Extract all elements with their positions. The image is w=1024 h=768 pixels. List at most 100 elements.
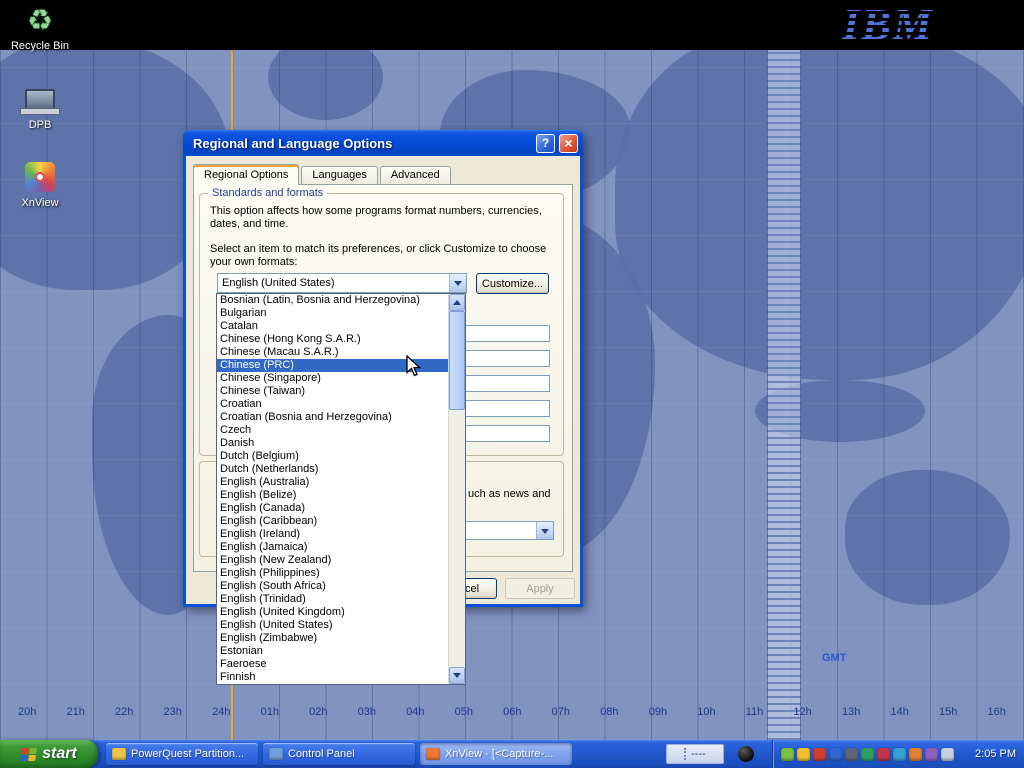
dialog-tab[interactable]: Advanced: [380, 166, 451, 184]
language-dropdown-list: Bosnian (Latin, Bosnia and Herzegovina)B…: [216, 293, 466, 685]
text-line: Select an item to match its preferences,…: [210, 243, 546, 256]
deskband-text: ----: [691, 748, 706, 760]
tray-icon[interactable]: [861, 748, 874, 761]
language-list-item[interactable]: Catalan: [217, 320, 448, 333]
timezone-label: 15h: [939, 706, 957, 718]
timezone-label: 20h: [18, 706, 36, 718]
task-app-icon: [112, 748, 126, 760]
groupbox-title: Standards and formats: [208, 187, 327, 199]
timezone-label: 05h: [455, 706, 473, 718]
scrollbar-thumb[interactable]: [449, 311, 465, 410]
help-button[interactable]: ?: [536, 134, 555, 153]
map-landmass: [615, 50, 1024, 380]
chevron-down-icon: [454, 281, 462, 290]
icon-label: Recycle Bin: [8, 40, 72, 52]
language-list-item[interactable]: English (United States): [217, 619, 448, 632]
combobox-arrow-button[interactable]: [449, 274, 466, 292]
close-button[interactable]: ×: [559, 134, 578, 153]
task-app-icon: [269, 748, 283, 760]
language-list-item[interactable]: English (United Kingdom): [217, 606, 448, 619]
desktop-icon-recycle-bin[interactable]: ♻ Recycle Bin: [8, 3, 72, 52]
language-list-item[interactable]: Finnish: [217, 671, 448, 684]
language-list-item[interactable]: English (Trinidad): [217, 593, 448, 606]
language-list-item[interactable]: Faeroese: [217, 658, 448, 671]
language-list-item[interactable]: English (Zimbabwe): [217, 632, 448, 645]
timezone-label: 22h: [115, 706, 133, 718]
timezone-label: 09h: [649, 706, 667, 718]
combobox-value: English (United States): [218, 274, 449, 292]
timezone-label: 01h: [261, 706, 279, 718]
timezone-label: 21h: [67, 706, 85, 718]
language-list-item[interactable]: English (Caribbean): [217, 515, 448, 528]
language-list-item[interactable]: Czech: [217, 424, 448, 437]
tray-icon[interactable]: [893, 748, 906, 761]
start-button[interactable]: start: [0, 740, 98, 768]
taskbar-task-button[interactable]: PowerQuest Partition...: [106, 743, 258, 765]
language-list-item[interactable]: English (Canada): [217, 502, 448, 515]
timezone-label: 04h: [406, 706, 424, 718]
desktop-icon-dpb[interactable]: DPB: [8, 82, 72, 131]
language-list-item[interactable]: English (Australia): [217, 476, 448, 489]
tray-icon[interactable]: [813, 748, 826, 761]
timezone-label: 13h: [842, 706, 860, 718]
tray-icon[interactable]: [829, 748, 842, 761]
language-list-item[interactable]: Chinese (Taiwan): [217, 385, 448, 398]
tray-icon[interactable]: [845, 748, 858, 761]
tray-icon[interactable]: [877, 748, 890, 761]
language-list-item[interactable]: Bulgarian: [217, 307, 448, 320]
taskbar-task-button[interactable]: Control Panel: [263, 743, 415, 765]
scroll-down-button[interactable]: [449, 667, 465, 684]
apply-button: Apply: [505, 578, 575, 599]
language-list-item[interactable]: Estonian: [217, 645, 448, 658]
text-line: This option affects how some programs fo…: [210, 205, 542, 218]
taskbar-task-button[interactable]: XnView - [<Capture-...: [420, 743, 572, 765]
list-scrollbar[interactable]: [448, 294, 465, 684]
language-list-item[interactable]: English (Philippines): [217, 567, 448, 580]
tray-icon[interactable]: [925, 748, 938, 761]
combobox-arrow-button[interactable]: [536, 522, 553, 539]
language-list-item[interactable]: Croatian: [217, 398, 448, 411]
standards-description: This option affects how some programs fo…: [210, 205, 542, 231]
timezone-label: 14h: [890, 706, 908, 718]
customize-button[interactable]: Customize...: [476, 273, 549, 294]
dialog-titlebar[interactable]: Regional and Language Options ? ×: [183, 130, 583, 156]
language-list-item[interactable]: English (New Zealand): [217, 554, 448, 567]
language-list-item[interactable]: Chinese (Hong Kong S.A.R.): [217, 333, 448, 346]
xnview-icon: [22, 160, 58, 194]
language-list-item[interactable]: English (Ireland): [217, 528, 448, 541]
language-list-item[interactable]: English (South Africa): [217, 580, 448, 593]
language-list-item[interactable]: Bosnian (Latin, Bosnia and Herzegovina): [217, 294, 448, 307]
language-list-item[interactable]: English (Jamaica): [217, 541, 448, 554]
location-description-fragment: uch as news and: [468, 488, 551, 500]
language-list-item[interactable]: Danish: [217, 437, 448, 450]
language-list-item[interactable]: Croatian (Bosnia and Herzegovina): [217, 411, 448, 424]
standards-instruction: Select an item to match its preferences,…: [210, 243, 546, 269]
scroll-up-button[interactable]: [449, 294, 465, 311]
taskbar-app-icon[interactable]: [738, 746, 754, 762]
desktop-icon-xnview[interactable]: XnView: [8, 160, 72, 209]
taskbar-clock[interactable]: 2:05 PM: [975, 748, 1016, 760]
taskbar-deskband[interactable]: ----: [666, 744, 724, 764]
system-tray: 2:05 PM: [772, 740, 1024, 768]
tray-icon[interactable]: [941, 748, 954, 761]
task-label: Control Panel: [288, 748, 355, 760]
laptop-icon: [22, 82, 58, 116]
tray-icon[interactable]: [909, 748, 922, 761]
text-line: your own formats:: [210, 256, 546, 269]
tray-icon[interactable]: [797, 748, 810, 761]
date-line-band: [767, 50, 801, 740]
timezone-label: 06h: [503, 706, 521, 718]
drag-grip-icon[interactable]: [684, 748, 686, 760]
dialog-tabs: Regional OptionsLanguagesAdvanced: [193, 164, 453, 184]
language-list-item[interactable]: Dutch (Netherlands): [217, 463, 448, 476]
language-list-item[interactable]: Dutch (Belgium): [217, 450, 448, 463]
timezone-label: 02h: [309, 706, 327, 718]
triangle-down-icon: [453, 673, 461, 682]
language-list-item[interactable]: English (Belize): [217, 489, 448, 502]
dialog-tab[interactable]: Languages: [301, 166, 377, 184]
dialog-tab[interactable]: Regional Options: [193, 164, 299, 185]
icon-label: XnView: [8, 197, 72, 209]
standards-combobox[interactable]: English (United States): [217, 273, 467, 293]
tray-icon[interactable]: [781, 748, 794, 761]
task-label: PowerQuest Partition...: [131, 748, 244, 760]
